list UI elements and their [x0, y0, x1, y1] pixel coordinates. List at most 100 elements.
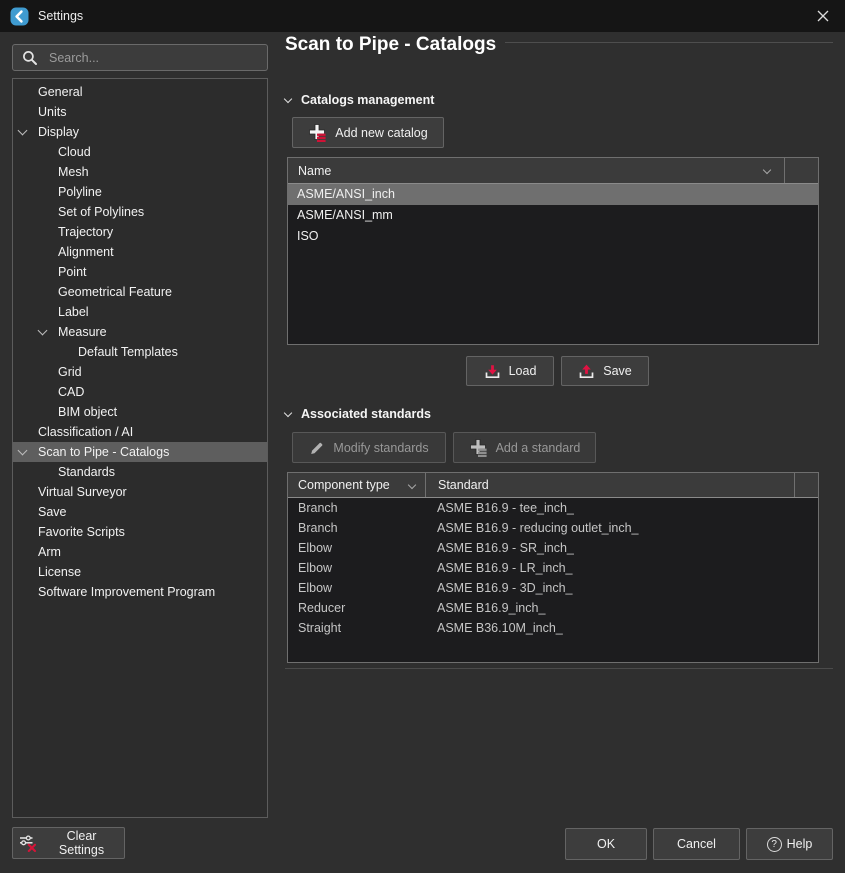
sidebar-item-virtual-surveyor[interactable]: Virtual Surveyor	[13, 482, 267, 502]
standard-row-straight-asme-b36-10m-inch[interactable]: StraightASME B36.10M_inch_	[288, 618, 818, 638]
settings-window: Settings General Units Display CloudMesh Pol…	[0, 0, 845, 873]
sidebar-item-favorite-scripts[interactable]: Favorite Scripts	[13, 522, 267, 542]
sidebar-item-label: Display	[38, 125, 79, 139]
sidebar-item-license[interactable]: License	[13, 562, 267, 582]
help-label: Help	[787, 837, 813, 851]
column-header-component-type[interactable]: Component type	[288, 473, 425, 497]
standard-row-elbow-asme-b16-9-3d-inch[interactable]: ElbowASME B16.9 - 3D_inch_	[288, 578, 818, 598]
sidebar-item-label: Virtual Surveyor	[38, 485, 127, 499]
ok-label: OK	[597, 837, 615, 851]
column-header-standard[interactable]: Standard	[425, 473, 794, 497]
sidebar-item-units[interactable]: Units	[13, 102, 267, 122]
standard-row-elbow-asme-b16-9-sr-inch[interactable]: ElbowASME B16.9 - SR_inch_	[288, 538, 818, 558]
add-new-catalog-button[interactable]: Add new catalog	[292, 117, 444, 148]
component-type-cell: Reducer	[288, 598, 425, 618]
sidebar-item-classification-ai[interactable]: Classification / AI	[13, 422, 267, 442]
sidebar-item-cloud[interactable]: Cloud	[13, 142, 267, 162]
sidebar-item-label: Software Improvement Program	[38, 585, 215, 599]
chevron-down-icon[interactable]	[18, 127, 27, 136]
sidebar-item-label: Units	[38, 105, 66, 119]
modify-standards-button[interactable]: Modify standards	[292, 432, 446, 463]
sidebar-item-label: Arm	[38, 545, 61, 559]
sidebar-item-label: Favorite Scripts	[38, 525, 125, 539]
standard-row-reducer-asme-b16-9-inch[interactable]: ReducerASME B16.9_inch_	[288, 598, 818, 618]
add-standard-button[interactable]: Add a standard	[453, 432, 596, 463]
sidebar-item-display[interactable]: Display	[13, 122, 267, 142]
sidebar-item-label: BIM object	[58, 405, 117, 419]
standard-cell: ASME B16.9 - SR_inch_	[425, 538, 574, 558]
column-header-name[interactable]: Name	[288, 158, 784, 183]
sidebar-item-label: Trajectory	[58, 225, 113, 239]
standards-table-header: Component type Standard	[288, 473, 818, 498]
clear-settings-button[interactable]: Clear Settings	[12, 827, 125, 859]
search-icon	[22, 50, 38, 66]
titlebar: Settings	[0, 0, 845, 32]
column-header-extra	[784, 158, 818, 183]
component-type-cell: Branch	[288, 498, 425, 518]
sidebar-item-label[interactable]: Label	[13, 302, 267, 322]
standard-cell: ASME B16.9 - LR_inch_	[425, 558, 573, 578]
sidebar-item-mesh[interactable]: Mesh	[13, 162, 267, 182]
sidebar-item-label: General	[38, 85, 82, 99]
sidebar-item-label: Geometrical Feature	[58, 285, 172, 299]
add-icon	[469, 438, 488, 457]
cancel-button[interactable]: Cancel	[653, 828, 740, 860]
standard-cell: ASME B36.10M_inch_	[425, 618, 563, 638]
add-icon	[308, 123, 327, 142]
sidebar-item-general[interactable]: General	[13, 82, 267, 102]
section-title: Associated standards	[301, 407, 431, 421]
sidebar-item-save[interactable]: Save	[13, 502, 267, 522]
search-input[interactable]	[47, 50, 258, 66]
search-box	[12, 44, 268, 71]
sidebar-item-point[interactable]: Point	[13, 262, 267, 282]
column-header-extra	[794, 473, 818, 497]
app-icon	[10, 7, 29, 26]
catalog-row-iso[interactable]: ISO	[288, 226, 818, 247]
save-button[interactable]: Save	[561, 356, 649, 386]
clear-settings-label: Clear Settings	[45, 829, 118, 857]
sidebar-item-software-improvement-program[interactable]: Software Improvement Program	[13, 582, 267, 602]
section-title: Catalogs management	[301, 93, 434, 107]
sidebar-item-standards[interactable]: Standards	[13, 462, 267, 482]
sidebar-item-trajectory[interactable]: Trajectory	[13, 222, 267, 242]
help-button[interactable]: ? Help	[746, 828, 833, 860]
add-new-catalog-label: Add new catalog	[335, 126, 427, 140]
section-collapse-chevron-down-icon[interactable]	[284, 96, 293, 105]
divider	[285, 668, 833, 669]
sidebar-item-label: Polyline	[58, 185, 102, 199]
sidebar-item-label: CAD	[58, 385, 84, 399]
sidebar-item-label: Point	[58, 265, 87, 279]
load-button[interactable]: Load	[466, 356, 554, 386]
chevron-down-icon[interactable]	[18, 447, 27, 456]
window-title: Settings	[38, 9, 83, 23]
sidebar-item-bim-object[interactable]: BIM object	[13, 402, 267, 422]
sidebar-item-scan-to-pipe-catalogs[interactable]: Scan to Pipe - Catalogs	[13, 442, 267, 462]
component-type-cell: Elbow	[288, 578, 425, 598]
catalog-row-asme-ansi-inch[interactable]: ASME/ANSI_inch	[288, 184, 818, 205]
catalogs-table-header: Name	[288, 158, 818, 184]
section-collapse-chevron-down-icon[interactable]	[284, 410, 293, 419]
sidebar-item-grid[interactable]: Grid	[13, 362, 267, 382]
close-button[interactable]	[810, 5, 836, 27]
sidebar-item-polyline[interactable]: Polyline	[13, 182, 267, 202]
component-type-cell: Straight	[288, 618, 425, 638]
sidebar-item-set-of-polylines[interactable]: Set of Polylines	[13, 202, 267, 222]
sidebar-item-alignment[interactable]: Alignment	[13, 242, 267, 262]
standard-row-elbow-asme-b16-9-lr-inch[interactable]: ElbowASME B16.9 - LR_inch_	[288, 558, 818, 578]
catalog-row-asme-ansi-mm[interactable]: ASME/ANSI_mm	[288, 205, 818, 226]
close-icon	[817, 10, 829, 22]
sidebar-item-cad[interactable]: CAD	[13, 382, 267, 402]
sidebar-item-measure[interactable]: Measure	[13, 322, 267, 342]
sidebar-item-arm[interactable]: Arm	[13, 542, 267, 562]
sidebar-item-label: Set of Polylines	[58, 205, 144, 219]
sidebar-item-label: License	[38, 565, 81, 579]
standard-row-branch-asme-b16-9-tee-inch[interactable]: BranchASME B16.9 - tee_inch_	[288, 498, 818, 518]
page-title: Scan to Pipe - Catalogs	[285, 34, 496, 56]
ok-button[interactable]: OK	[565, 828, 647, 860]
standards-table: Component type Standard BranchASME B16.9…	[287, 472, 819, 663]
sidebar-item-default-templates[interactable]: Default Templates	[13, 342, 267, 362]
sidebar-item-geometrical-feature[interactable]: Geometrical Feature	[13, 282, 267, 302]
chevron-down-icon[interactable]	[38, 327, 47, 336]
sidebar-item-label: Grid	[58, 365, 82, 379]
standard-row-branch-asme-b16-9-reducing-outlet-inch[interactable]: BranchASME B16.9 - reducing outlet_inch_	[288, 518, 818, 538]
